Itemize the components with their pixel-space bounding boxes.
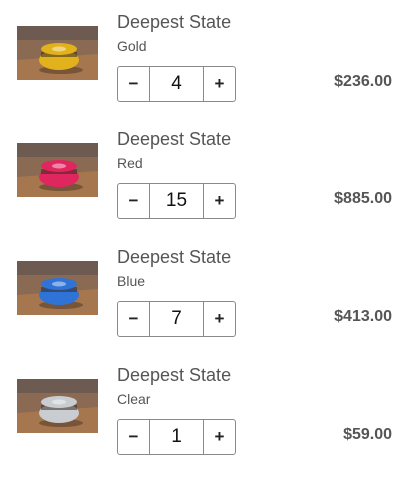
quantity-input[interactable]: 15	[150, 184, 203, 218]
product-variant: Blue	[117, 273, 146, 289]
product-title[interactable]: Deepest State	[117, 247, 231, 267]
quantity-stepper: − 15 +	[117, 183, 236, 219]
minus-icon: −	[128, 309, 139, 328]
product-variant: Red	[117, 155, 143, 171]
quantity-stepper: − 1 +	[117, 419, 236, 455]
decrease-quantity-button[interactable]: −	[118, 302, 150, 336]
product-thumbnail[interactable]	[17, 26, 98, 80]
quantity-input[interactable]: 4	[150, 67, 203, 101]
line-item-price: $413.00	[334, 308, 392, 325]
product-title[interactable]: Deepest State	[117, 12, 231, 32]
cart-item: Deepest State Clear − 1 + $59.00	[0, 365, 411, 470]
decrease-quantity-button[interactable]: −	[118, 420, 150, 454]
quantity-stepper: − 7 +	[117, 301, 236, 337]
line-item-price: $236.00	[334, 73, 392, 90]
cart-item: Deepest State Gold − 4 + $236.00	[0, 12, 411, 117]
decrease-quantity-button[interactable]: −	[118, 67, 150, 101]
increase-quantity-button[interactable]: +	[203, 67, 235, 101]
yoyo-photo	[17, 379, 98, 433]
decrease-quantity-button[interactable]: −	[118, 184, 150, 218]
cart-item: Deepest State Red − 15 + $885.00	[0, 129, 411, 234]
increase-quantity-button[interactable]: +	[203, 184, 235, 218]
product-title[interactable]: Deepest State	[117, 129, 231, 149]
yoyo-photo	[17, 26, 98, 80]
increase-quantity-button[interactable]: +	[203, 420, 235, 454]
product-variant: Gold	[117, 38, 147, 54]
plus-icon: +	[214, 74, 225, 93]
minus-icon: −	[128, 427, 139, 446]
product-thumbnail[interactable]	[17, 379, 98, 433]
plus-icon: +	[214, 309, 225, 328]
quantity-stepper: − 4 +	[117, 66, 236, 102]
plus-icon: +	[214, 191, 225, 210]
plus-icon: +	[214, 427, 225, 446]
increase-quantity-button[interactable]: +	[203, 302, 235, 336]
cart-item: Deepest State Blue − 7 + $413.00	[0, 247, 411, 352]
product-title[interactable]: Deepest State	[117, 365, 231, 385]
quantity-input[interactable]: 1	[150, 420, 203, 454]
product-thumbnail[interactable]	[17, 143, 98, 197]
product-thumbnail[interactable]	[17, 261, 98, 315]
quantity-input[interactable]: 7	[150, 302, 203, 336]
yoyo-photo	[17, 261, 98, 315]
line-item-price: $885.00	[334, 190, 392, 207]
yoyo-photo	[17, 143, 98, 197]
line-item-price: $59.00	[343, 426, 392, 443]
product-variant: Clear	[117, 391, 151, 407]
minus-icon: −	[128, 74, 139, 93]
minus-icon: −	[128, 191, 139, 210]
